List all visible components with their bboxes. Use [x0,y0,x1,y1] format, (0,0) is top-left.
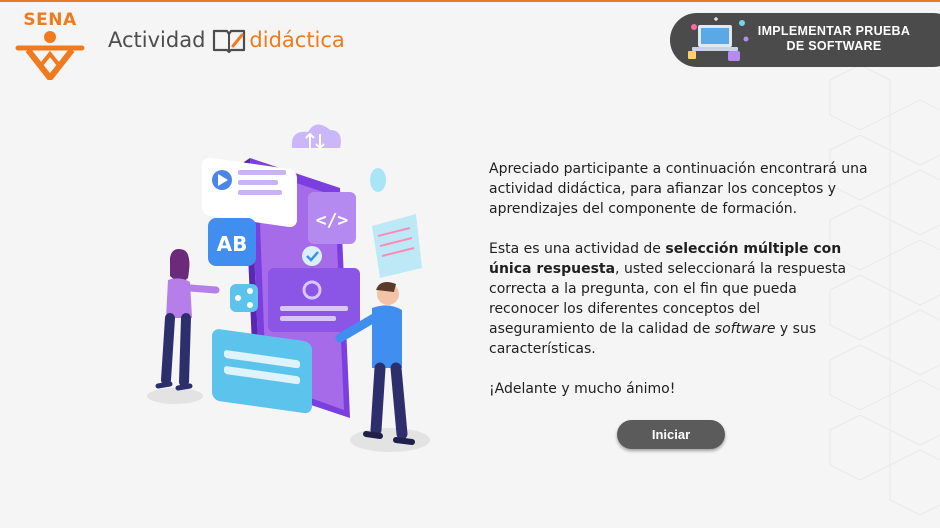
software-testing-icon [688,17,749,61]
top-accent-line [0,0,940,2]
encouragement-paragraph: ¡Adelante y mucho ánimo! [489,381,676,397]
code-card-label: </> [316,210,349,231]
activity-title: Actividad didáctica [108,26,345,54]
description-italic: software [714,321,776,337]
description-part1: Esta es una actividad de [489,241,666,257]
module-title-line2: DE SOFTWARE [786,39,882,53]
intro-paragraph: Apreciado participante a continuación en… [489,161,868,217]
title-word-activity: Actividad [108,28,206,52]
ab-card-label: AB [217,232,248,256]
sena-logo-mark [15,31,85,80]
module-title-line1: IMPLEMENTAR PRUEBA [757,24,911,38]
start-button[interactable]: Iniciar [617,420,725,449]
activity-description-paragraph: Esta es una actividad de selección múlti… [489,239,869,359]
book-pencil-icon [213,29,246,54]
title-word-didactic: didáctica [249,28,345,52]
sena-logo: SENA [14,10,86,80]
illustration-people-phone: </> AB [147,124,430,452]
module-title: IMPLEMENTAR PRUEBA DE SOFTWARE [754,24,914,54]
sena-logo-text: SENA [23,10,77,30]
instructions-text: Apreciado participante a continuación en… [489,159,869,419]
